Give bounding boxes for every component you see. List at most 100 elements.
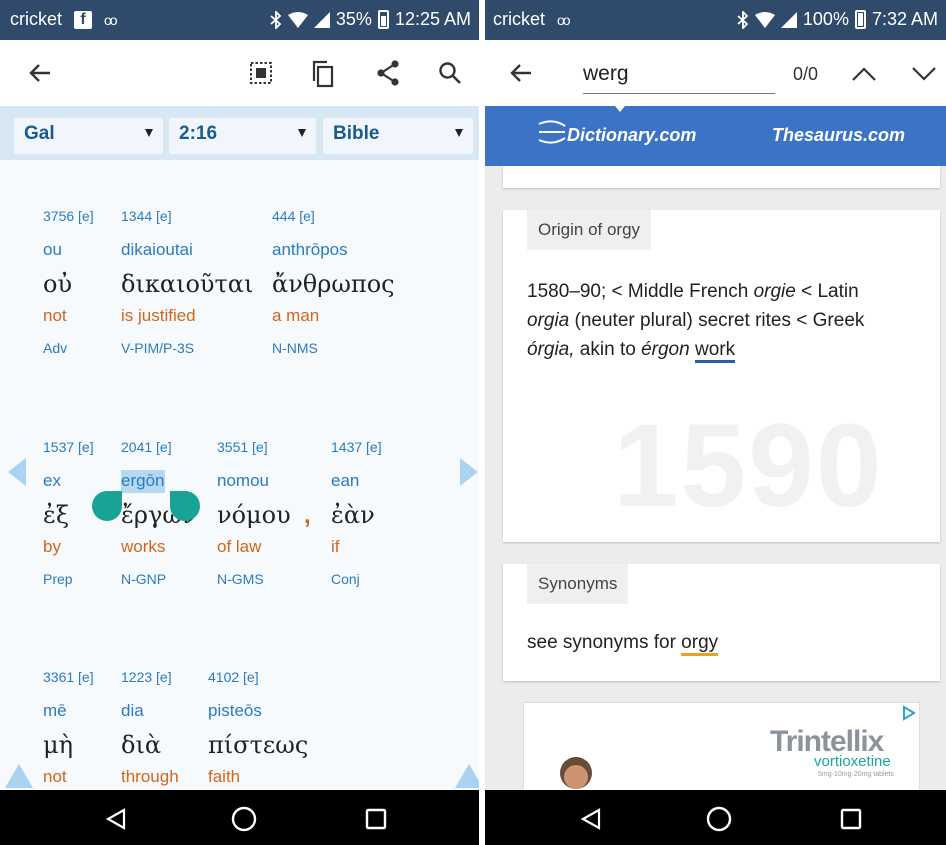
battery-icon: [377, 10, 389, 29]
app-bar: [0, 40, 479, 106]
parsing-code[interactable]: Prep: [43, 571, 94, 587]
advertisement-banner[interactable]: Trintellix vortioxetine 5mg·10mg·20mg ta…: [523, 702, 920, 792]
interlinear-word[interactable]: 3756 [e] ou οὐ not Adv: [43, 208, 94, 356]
nav-recents-icon[interactable]: [831, 804, 871, 834]
selection-handle-end[interactable]: [170, 491, 200, 521]
version-value: Bible: [333, 123, 380, 144]
greek-word: ἐξ: [43, 501, 70, 529]
match-count: 0/0: [793, 64, 819, 84]
back-arrow-icon[interactable]: [501, 58, 541, 88]
orgy-link[interactable]: orgy: [681, 632, 719, 656]
strongs-number[interactable]: 1437 [e]: [331, 439, 382, 461]
system-nav-bar: [485, 790, 946, 845]
strongs-number[interactable]: 3756 [e]: [43, 208, 94, 230]
copy-icon[interactable]: [307, 58, 337, 90]
strongs-number[interactable]: 1223 [e]: [121, 669, 179, 691]
voicemail-icon: oo: [104, 11, 118, 28]
adchoices-icon[interactable]: [901, 705, 917, 721]
selection-handle-start[interactable]: [92, 491, 122, 521]
strongs-number[interactable]: 1344 [e]: [121, 208, 253, 230]
passage-selector-bar: Gal 2:16 Bible: [0, 106, 479, 160]
strongs-number[interactable]: 2041 [e]: [121, 439, 197, 461]
transliteration: dikaioutai: [121, 240, 193, 259]
select-all-icon[interactable]: [246, 58, 276, 88]
interlinear-word[interactable]: 1537 [e] ex ἐξ by Prep: [43, 439, 94, 587]
strongs-number[interactable]: 3361 [e]: [43, 669, 94, 691]
parsing-code[interactable]: Adv: [43, 340, 94, 356]
ad-generic-name: vortioxetine: [814, 753, 891, 770]
interlinear-word[interactable]: 1344 [e] dikaioutai δικαιοῦται is justif…: [121, 208, 253, 356]
origin-text-italic: érgon: [641, 339, 690, 360]
version-dropdown[interactable]: Bible: [323, 118, 473, 154]
scroll-up-arrow-icon[interactable]: [5, 764, 33, 788]
transliteration: ergōn: [121, 470, 166, 493]
book-dropdown[interactable]: Gal: [14, 118, 163, 154]
interlinear-word[interactable]: 1437 [e] ean ἐὰν if Conj: [331, 439, 382, 587]
active-tab-indicator: [615, 106, 625, 112]
english-gloss: a man: [272, 306, 320, 325]
chapter-verse-dropdown[interactable]: 2:16: [169, 118, 316, 154]
strongs-number[interactable]: 4102 [e]: [208, 669, 308, 691]
find-in-page-input[interactable]: werg: [583, 58, 775, 94]
transliteration: anthrōpos: [272, 240, 348, 259]
interlinear-word[interactable]: 3361 [e] mē μὴ not: [43, 669, 94, 789]
strongs-number[interactable]: 444 [e]: [272, 208, 395, 230]
left-phone-screen: cricket f oo 35% 12:25 AM Gal 2:16 Bible…: [0, 0, 479, 845]
parsing-code[interactable]: V-PIM/P-3S: [121, 340, 253, 356]
system-nav-bar: [0, 790, 479, 845]
carrier-label: cricket: [10, 9, 63, 29]
wifi-icon: [754, 11, 775, 28]
battery-percent: 35%: [335, 9, 372, 29]
search-icon[interactable]: [435, 58, 465, 88]
previous-verse-arrow-icon[interactable]: [8, 458, 26, 486]
interlinear-word[interactable]: 444 [e] anthrōpos ἄνθρωπος a man N-NMS: [272, 208, 395, 356]
transliteration: ean: [331, 471, 360, 490]
strongs-number[interactable]: 3551 [e]: [217, 439, 291, 461]
interlinear-word[interactable]: 1223 [e] dia διὰ through: [121, 669, 179, 789]
origin-card: 1590 Origin of orgy 1580–90; < Middle Fr…: [503, 210, 940, 542]
nav-home-icon[interactable]: [224, 804, 264, 834]
origin-text-part: 1580–90; < Middle French: [527, 281, 754, 302]
dictionary-tab[interactable]: Dictionary.com: [537, 116, 717, 156]
nav-home-icon[interactable]: [699, 804, 739, 834]
parsing-code[interactable]: N-NMS: [272, 340, 395, 356]
punctuation-comma: ,: [304, 502, 311, 529]
interlinear-word[interactable]: 3551 [e] nomou νόμου of law N-GMS: [217, 439, 291, 587]
nav-recents-icon[interactable]: [356, 804, 396, 834]
transliteration-highlight: ergōn: [121, 470, 197, 493]
transliteration: pisteōs: [208, 701, 262, 720]
interlinear-word[interactable]: 4102 [e] pisteōs πίστεως faith: [208, 669, 308, 789]
origin-text-italic: órgia,: [527, 339, 575, 360]
strongs-number[interactable]: 1537 [e]: [43, 439, 94, 461]
parsing-code[interactable]: N-GMS: [217, 571, 291, 587]
transliteration: dia: [121, 701, 144, 720]
dictionary-logo-icon: [538, 120, 566, 144]
scroll-up-arrow-icon[interactable]: [455, 764, 479, 788]
synonyms-card: Synonyms see synonyms for orgy: [503, 564, 940, 681]
find-in-page-bar: werg 0/0: [485, 40, 946, 106]
nav-back-icon[interactable]: [571, 804, 611, 834]
english-gloss: of law: [217, 537, 262, 556]
parsing-code[interactable]: Conj: [331, 571, 382, 587]
synonyms-prefix: see synonyms for: [527, 632, 682, 653]
english-gloss: by: [43, 537, 61, 556]
next-match-chevron-down-icon[interactable]: [907, 60, 941, 88]
parsing-code[interactable]: N-GNP: [121, 571, 197, 587]
book-value: Gal: [24, 123, 55, 144]
share-icon[interactable]: [373, 58, 403, 88]
bluetooth-icon: [270, 10, 282, 29]
battery-icon: [854, 10, 866, 29]
thesaurus-tab[interactable]: Thesaurus.com: [772, 125, 905, 146]
next-verse-arrow-icon[interactable]: [460, 458, 478, 486]
facebook-icon: f: [74, 10, 93, 29]
dropdown-arrow-icon: [455, 129, 463, 137]
back-arrow-icon[interactable]: [20, 58, 60, 88]
right-phone-screen: cricket oo 100% 7:32 AM werg 0/0 Diction…: [485, 0, 946, 845]
work-link[interactable]: work: [694, 339, 736, 363]
bluetooth-icon: [737, 10, 749, 29]
clock: 7:32 AM: [871, 9, 938, 29]
nav-back-icon[interactable]: [96, 804, 136, 834]
previous-match-chevron-up-icon[interactable]: [847, 60, 881, 88]
english-gloss: is justified: [121, 306, 196, 325]
origin-text-italic: orgia: [527, 310, 570, 331]
